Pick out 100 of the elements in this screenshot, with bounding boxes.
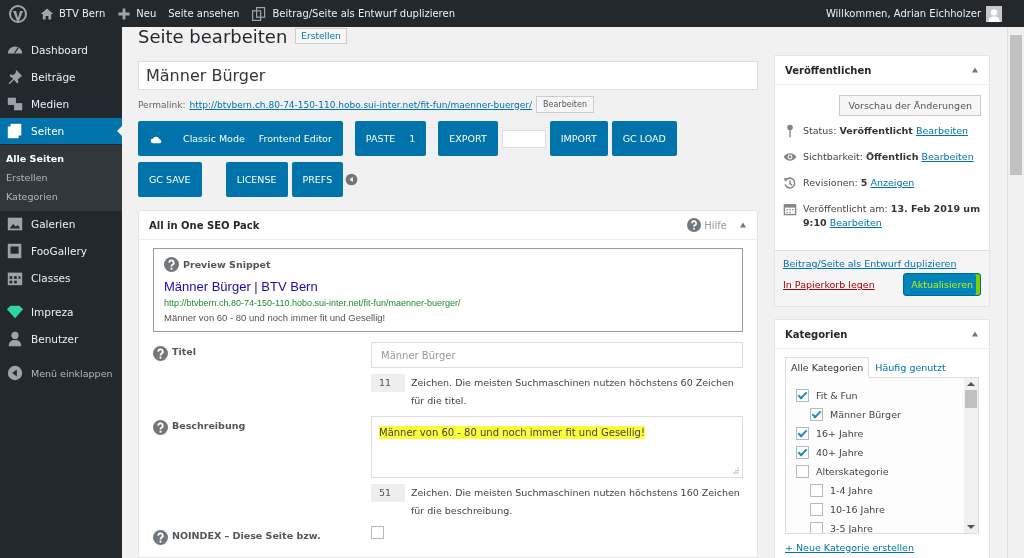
add-category-link[interactable]: + Neue Kategorie erstellen	[785, 542, 914, 553]
tab[interactable]: Häufig genutzt	[869, 357, 952, 378]
checkbox[interactable]	[796, 446, 809, 459]
sidebar-item[interactable]: Impreza	[0, 299, 122, 325]
preview-button[interactable]: Vorschau der Änderungen	[839, 95, 981, 116]
avatar-icon	[986, 5, 1002, 22]
edit-permalink-button[interactable]: Bearbeiten	[536, 96, 594, 113]
gallery-icon	[6, 242, 24, 260]
sidebar-item[interactable]: Medien	[0, 91, 122, 117]
checkbox[interactable]	[796, 465, 809, 478]
help-icon	[687, 218, 702, 232]
tab[interactable]: Alle Kategorien	[785, 357, 870, 378]
panel-title: Kategorien	[785, 328, 849, 340]
toolbar-button[interactable]: PASTE 1	[354, 121, 427, 156]
edit-link[interactable]: Bearbeiten	[829, 217, 882, 228]
checkbox[interactable]	[810, 408, 823, 421]
sidebar-item[interactable]: Beiträge	[0, 64, 122, 90]
field-label: NOINDEX – Diese Seite bzw.	[172, 530, 321, 541]
toolbar-button[interactable]: Classic Mode Frontend Editor	[138, 121, 343, 156]
help-icon	[153, 346, 168, 361]
category-label: 3-5 Jahre	[830, 523, 873, 533]
panel-title: All in One SEO Pack	[149, 219, 261, 231]
publish-info-text: Status: Veröffentlicht Bearbeiten	[803, 124, 969, 138]
edit-link[interactable]: Bearbeiten	[921, 151, 974, 162]
publish-info-text: Veröffentlicht am: 13. Feb 2019 um 9:10 Bearbeiten	[803, 202, 981, 230]
permalink-link[interactable]: http://btvbern.ch.80-74-150-110.hobo.sui-inter.net/fit-fun/maenner-buerger/	[189, 99, 533, 110]
category-label: 1-4 Jahre	[830, 485, 873, 496]
gallery-icon	[6, 215, 24, 233]
update-button[interactable]: Aktualisieren	[903, 273, 981, 296]
scrollbar-thumb[interactable]	[1010, 35, 1022, 175]
duplicate-link[interactable]: Beitrag/Seite als Entwurf duplizieren	[783, 258, 981, 269]
collapse-icon[interactable]	[345, 173, 359, 186]
sidebar-item[interactable]: Seiten	[0, 118, 122, 144]
pages-icon	[6, 122, 24, 140]
title-field[interactable]: Männer Bürger	[138, 61, 758, 90]
publish-info-text: Sichtbarkeit: Öffentlich Bearbeiten	[803, 150, 974, 164]
description-field[interactable]: Männer von 60 - 80 und noch immer fit und Gesellig!	[371, 416, 743, 478]
category-label: Alterskategorie	[816, 466, 889, 477]
category-label: Fit & Fun	[816, 390, 858, 401]
toolbar-button[interactable]: IMPORT	[549, 121, 608, 156]
edit-link[interactable]: Bearbeiten	[915, 125, 969, 136]
sidebar-item[interactable]: Menü einklappen	[0, 360, 122, 386]
sidebar-item[interactable]: Galerien	[0, 211, 122, 237]
logo-icon	[8, 3, 28, 24]
plus-icon	[117, 6, 132, 21]
copy-icon	[251, 5, 268, 22]
sidebar-item[interactable]: Benutzer	[0, 326, 122, 352]
toolbar-button[interactable]: EXPORT	[438, 121, 498, 156]
help-icon	[153, 420, 168, 435]
toolbar-button[interactable]: LICENSE	[225, 162, 288, 197]
checkbox[interactable]	[810, 522, 823, 533]
sidebar-item[interactable]: FooGallery	[0, 238, 122, 264]
toolbar-button[interactable]: GC LOAD	[611, 121, 677, 156]
permalink-label: Permalink:	[138, 99, 186, 110]
category-label: 10-16 Jahre	[830, 504, 885, 515]
sidebar-item[interactable]: Dashboard	[0, 37, 122, 63]
category-label: 40+ Jahre	[816, 447, 864, 458]
new-link[interactable]: Neu	[117, 6, 157, 21]
toolbar-field[interactable]	[501, 129, 546, 148]
toolbar-button[interactable]: PREFS	[291, 162, 344, 197]
category-label: Männer Bürger	[830, 409, 901, 420]
publish-info-text: Revisionen: 5 Anzeigen	[803, 176, 915, 190]
toolbar-button[interactable]: GC SAVE	[138, 162, 202, 197]
category-label: 16+ Jahre	[816, 428, 864, 439]
checkbox[interactable]	[810, 484, 823, 497]
sidebar-item[interactable]: Classes	[0, 265, 122, 291]
pin-icon	[6, 68, 24, 86]
collapse-caret-icon	[971, 331, 979, 337]
view-page-link[interactable]: Seite ansehen	[168, 8, 240, 19]
resize-grip-icon	[731, 466, 739, 474]
submenu-item[interactable]: Kategorien	[0, 188, 122, 207]
add-new-button[interactable]: Erstellen	[295, 28, 347, 44]
user-icon	[6, 330, 24, 348]
collapse-caret-icon	[971, 67, 979, 73]
scrollbar[interactable]	[1007, 27, 1024, 558]
hint-text: Zeichen. Die meisten Suchmaschinen nutzen höchstens 160 Zeichen für die beschreibung.	[411, 486, 741, 518]
help-icon	[164, 257, 179, 272]
submenu-item[interactable]: Erstellen	[0, 169, 122, 188]
help-icon	[153, 530, 168, 545]
calendar-icon	[783, 202, 797, 216]
snippet-label: Preview Snippet	[183, 259, 271, 270]
site-link[interactable]: BTV Bern	[40, 6, 106, 21]
checkbox[interactable]	[796, 427, 809, 440]
checkbox[interactable]	[796, 389, 809, 402]
duplicate-link[interactable]: Beitrag/Seite als Entwurf duplizieren	[251, 5, 455, 22]
home-icon	[40, 6, 54, 21]
scrollbar[interactable]	[964, 378, 978, 533]
checkbox[interactable]	[371, 526, 384, 539]
edit-link[interactable]: Anzeigen	[870, 177, 915, 188]
scrollbar-thumb[interactable]	[965, 390, 977, 408]
character-count: 11	[371, 374, 405, 392]
greeting-text: Willkommen, Adrian Eichholzer	[825, 8, 981, 19]
checkbox[interactable]	[810, 503, 823, 516]
title-input[interactable]: Männer Bürger	[371, 342, 743, 368]
submenu-item[interactable]: Alle Seiten	[0, 150, 122, 169]
snippet-title: Männer Bürger | BTV Bern	[164, 279, 319, 294]
scroll-up-icon[interactable]	[967, 382, 975, 386]
scroll-down-icon[interactable]	[967, 525, 975, 529]
snippet-url: http://btvbern.ch.80-74-150-110.hobo.sui-inter.net/fit-fun/maenner-buerger/	[164, 298, 462, 308]
trash-link[interactable]: In Papierkorb legen	[783, 279, 875, 290]
